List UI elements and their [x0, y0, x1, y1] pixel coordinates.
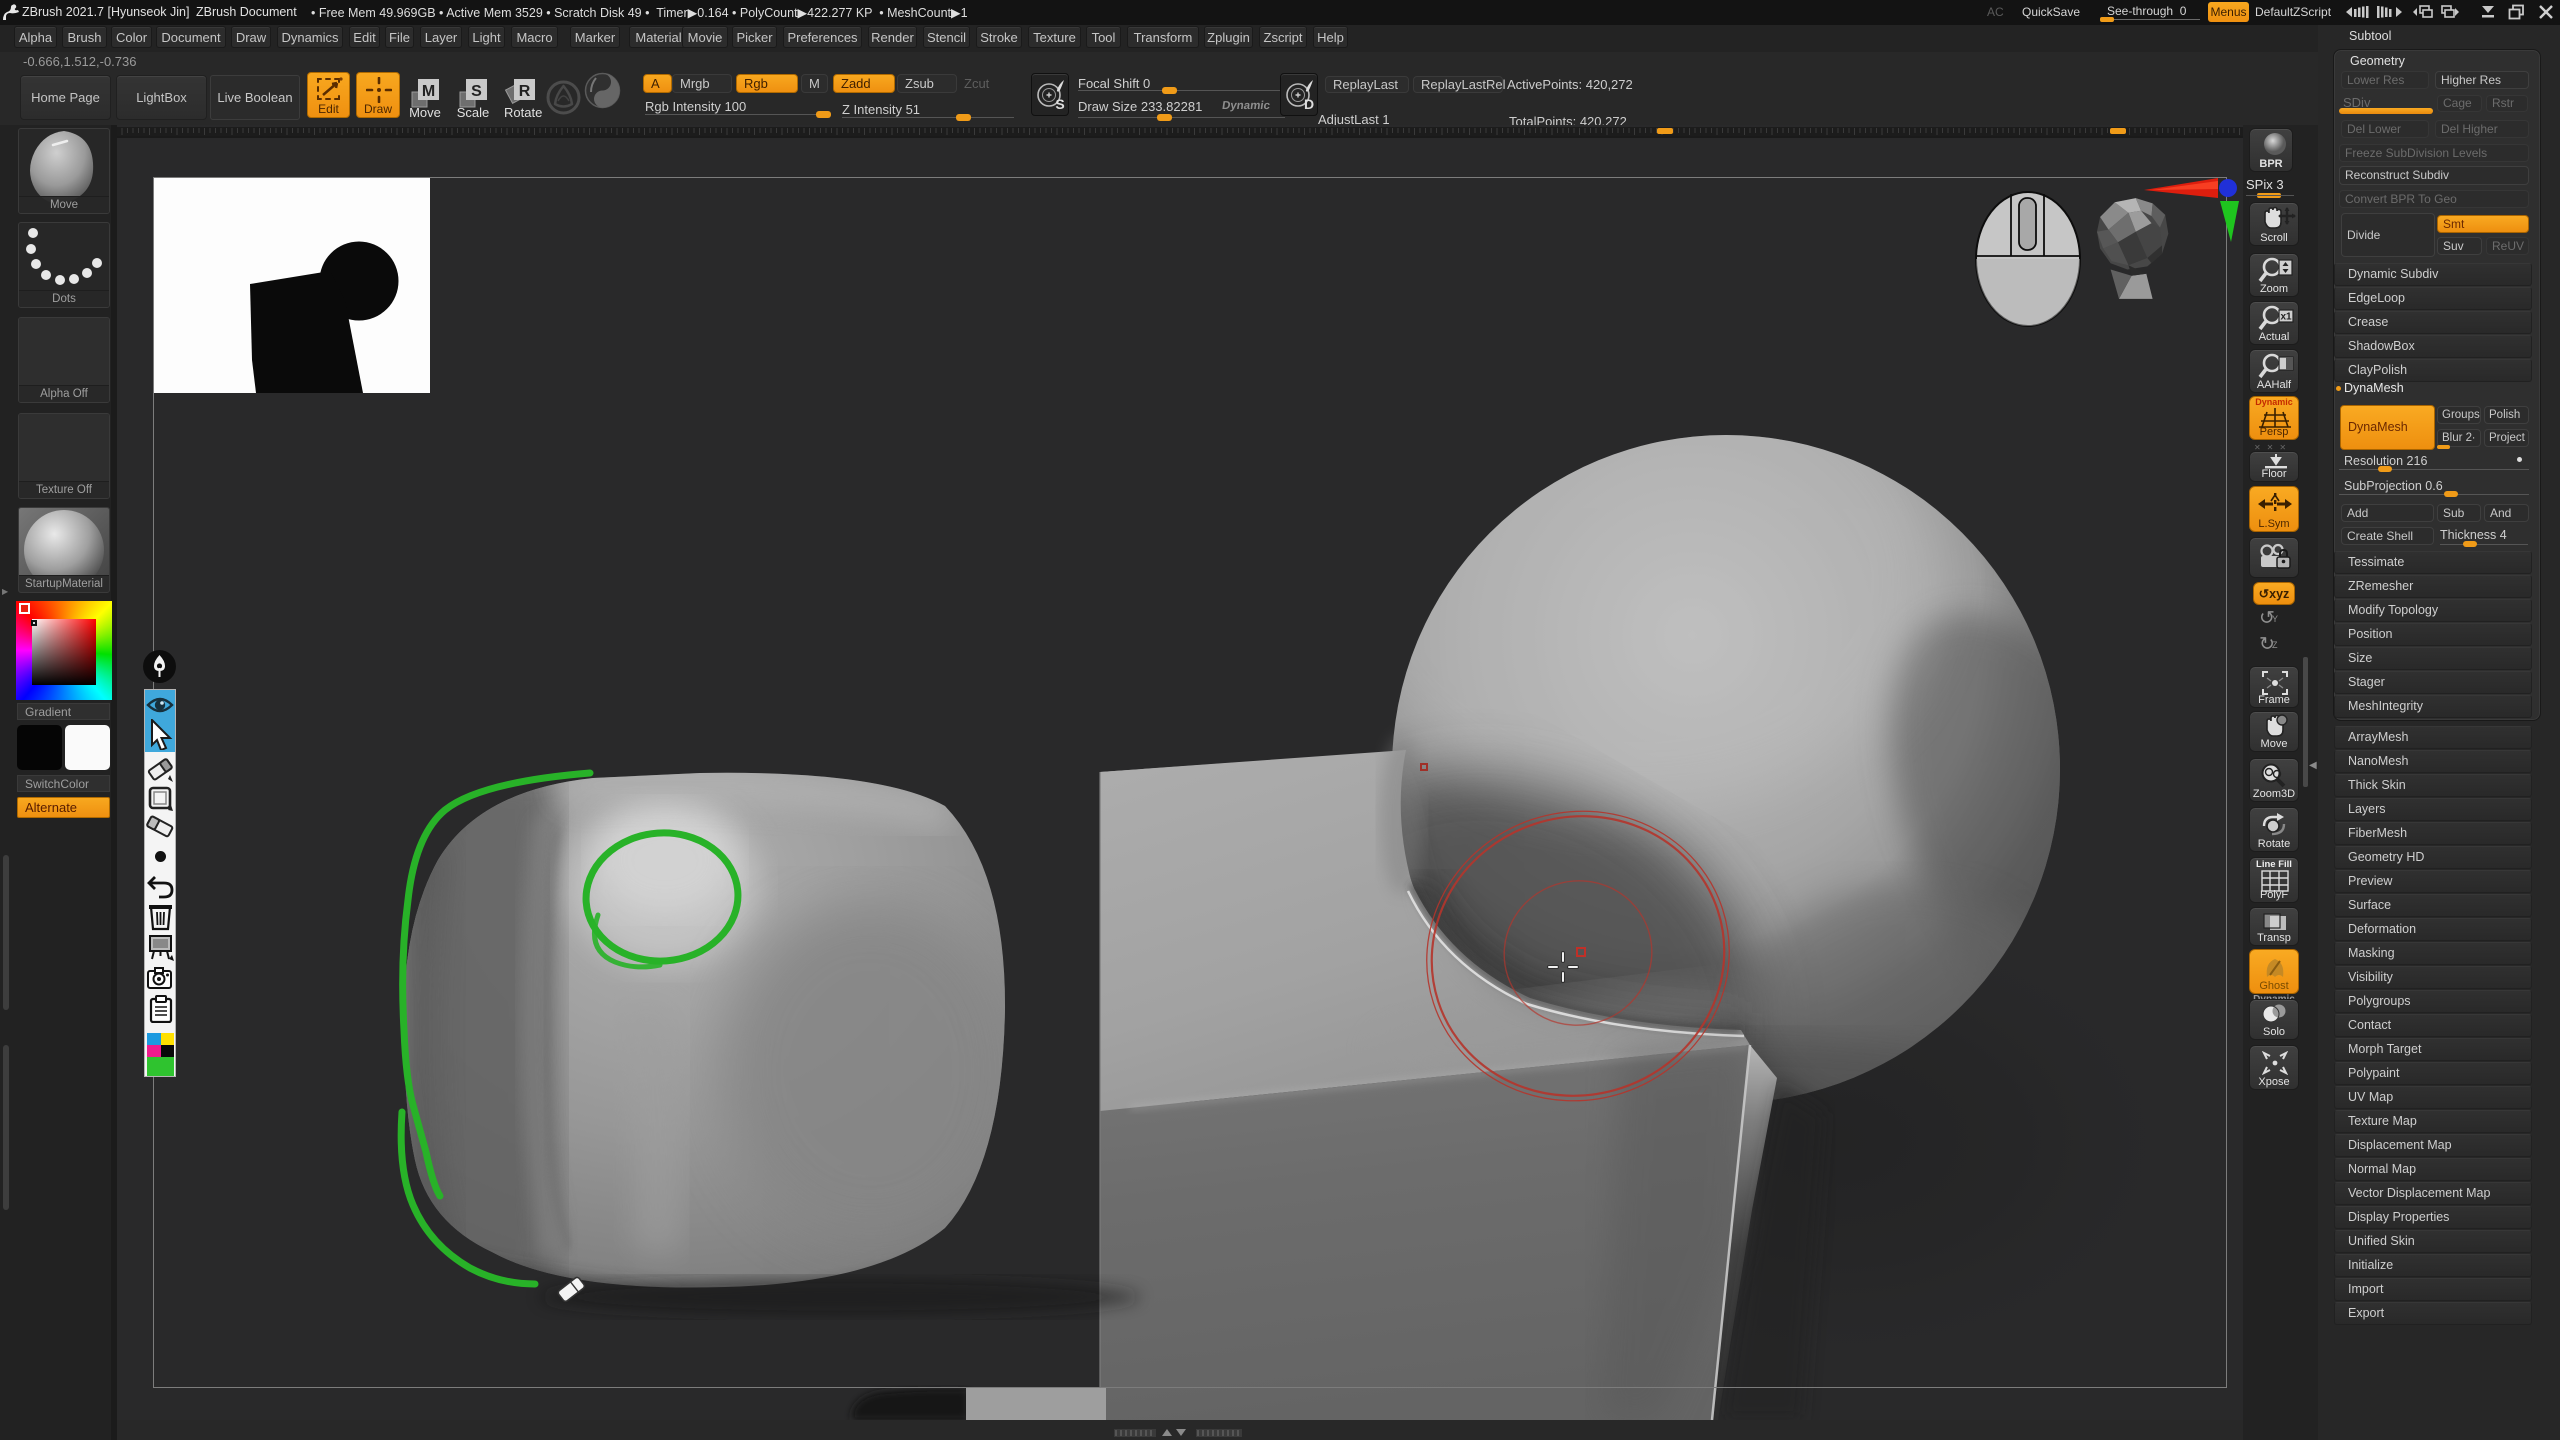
svg-text:S: S — [1055, 96, 1064, 112]
svg-text:x1: x1 — [2280, 312, 2292, 323]
svg-text:S: S — [471, 83, 482, 100]
svg-text:D: D — [1304, 96, 1314, 112]
svg-text:M: M — [422, 83, 435, 100]
svg-text:R: R — [519, 83, 531, 100]
